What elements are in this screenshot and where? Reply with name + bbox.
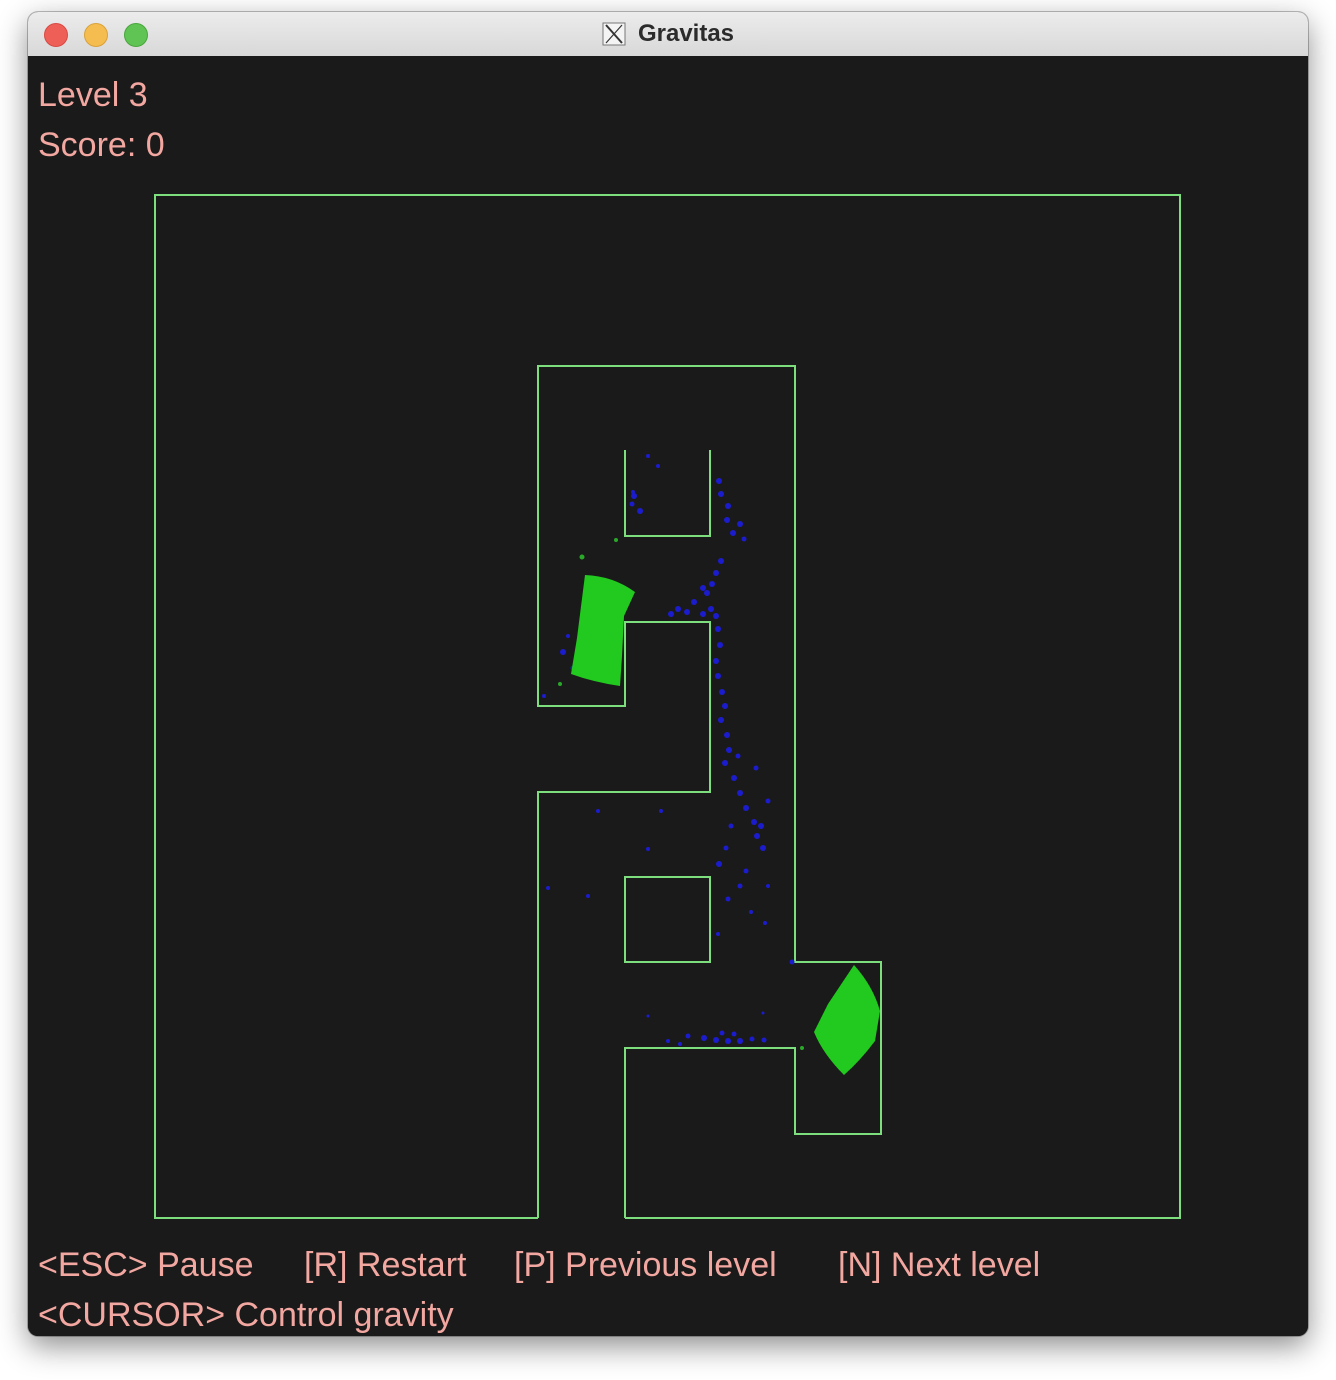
center-block-wall [624,876,711,963]
app-window: Gravitas Level 3 Score: 0 <ESC> Pause [R… [28,12,1308,1336]
x11-icon [602,22,626,46]
title-bar[interactable]: Gravitas [28,12,1308,57]
pause-hint: <ESC> Pause [38,1246,254,1284]
outer-wall [154,194,1181,1219]
top-pocket-wall [624,450,711,537]
green-blob-lower [814,965,880,1075]
blue-particles [542,454,795,1046]
gravity-hint: <CURSOR> Control gravity [38,1296,454,1334]
game-canvas[interactable]: Level 3 Score: 0 <ESC> Pause [R] Restart… [28,56,1308,1336]
level-walls [154,194,1181,1219]
restart-hint: [R] Restart [304,1246,467,1284]
green-liquid-blobs [558,538,880,1075]
previous-level-hint: [P] Previous level [514,1246,777,1284]
playfield [154,194,1181,1219]
window-title: Gravitas [637,20,735,47]
next-level-hint: [N] Next level [838,1246,1041,1284]
title-group: Gravitas [28,12,1308,56]
